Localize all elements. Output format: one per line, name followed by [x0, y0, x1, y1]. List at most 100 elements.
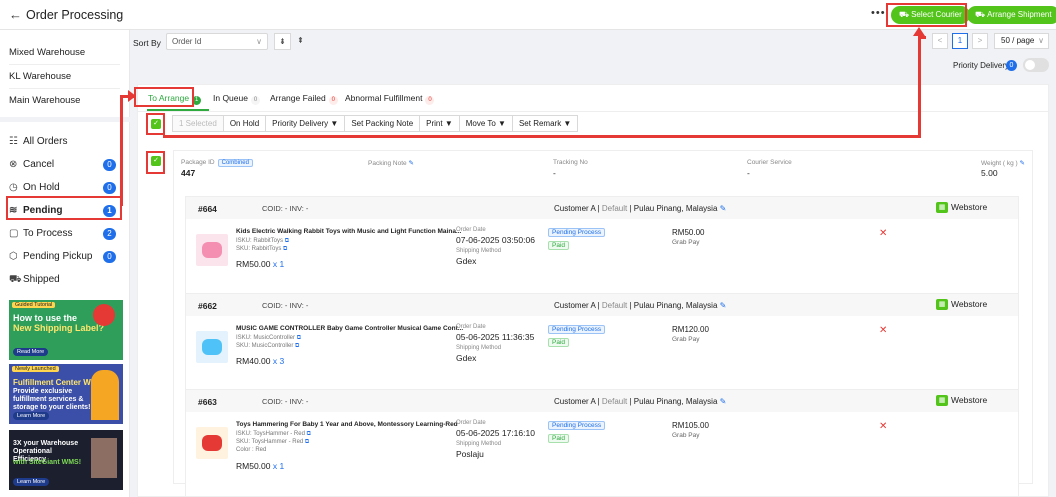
order-date-value: 07-06-2025 03:50:06	[456, 235, 535, 245]
sidebar-item-pending-pickup[interactable]: ⬡ Pending Pickup 0	[9, 246, 120, 268]
more-options-icon[interactable]: •••	[871, 7, 886, 19]
back-arrow-icon[interactable]: ←	[9, 7, 22, 22]
warehouse-item[interactable]: KL Warehouse	[9, 65, 120, 89]
copy-icon[interactable]: ⧉	[283, 246, 287, 252]
order-coid-inv: COID: - INV: -	[262, 301, 309, 310]
wms-banner[interactable]: Newly Launched Fulfillment Center WMS Pr…	[9, 364, 123, 424]
shipping-method-label: Shipping Method	[456, 248, 502, 254]
truck-icon: ⛟	[975, 10, 986, 19]
copy-icon[interactable]: ⧉	[295, 343, 299, 349]
store-icon: ▦	[936, 202, 948, 214]
copy-icon[interactable]: ⧉	[305, 439, 309, 445]
order-id[interactable]: #664	[198, 204, 217, 214]
annotation-arrow-icon	[913, 27, 925, 36]
warehouse-item[interactable]: Mixed Warehouse	[9, 41, 120, 65]
isku-text: ISKU: ToysHammer - Red	[236, 431, 305, 437]
courier-service-label: Courier Service	[747, 159, 792, 166]
sort-ascending-icon[interactable]: ⇞	[292, 33, 309, 50]
banner-text: Provide exclusive fulfillment services &…	[13, 388, 91, 411]
sort-descending-icon[interactable]: ⇟	[274, 33, 291, 50]
sidebar-item-count: 0	[103, 182, 116, 194]
learn-more-link[interactable]: Learn More	[13, 412, 50, 420]
priority-delivery-dropdown[interactable]: Priority Delivery ▼	[265, 115, 346, 132]
chevron-down-icon: ∨	[1038, 36, 1044, 45]
print-dropdown[interactable]: Print ▼	[419, 115, 460, 132]
customer-location: Pulau Pinang, Malaysia	[633, 397, 718, 406]
chevron-down-icon: ∨	[256, 37, 262, 46]
product-thumbnail[interactable]	[196, 234, 228, 266]
person-illustration-icon	[91, 370, 119, 420]
product-image-icon	[202, 339, 222, 355]
arrange-shipment-button[interactable]: ⛟ Arrange Shipment	[967, 6, 1056, 24]
efficiency-banner[interactable]: 3X your Warehouse Operational Efficiency…	[9, 430, 123, 490]
banner-text: How to use the	[13, 313, 78, 323]
order-id[interactable]: #663	[198, 397, 217, 407]
customer-name: Customer A	[554, 397, 596, 406]
weight-value: 5.00	[981, 168, 998, 178]
copy-icon[interactable]: ⧉	[307, 431, 311, 437]
tab-label: Abnormal Fulfillment	[345, 93, 423, 103]
annotation-package-checkbox	[146, 151, 165, 174]
order-amount: RM50.00	[672, 228, 705, 237]
address-default: Default	[601, 397, 628, 406]
tutorial-banner[interactable]: Guided Tutorial How to use the New Shipp…	[9, 300, 123, 360]
shipping-method-value: Gdex	[456, 256, 477, 266]
learn-more-link[interactable]: Learn More	[13, 478, 50, 486]
order-id[interactable]: #662	[198, 301, 217, 311]
product-thumbnail[interactable]	[196, 427, 228, 459]
priority-delivery-toggle[interactable]	[1023, 58, 1049, 72]
edit-pencil-icon[interactable]: ✎	[720, 397, 727, 406]
copy-icon[interactable]: ⧉	[297, 335, 301, 341]
prev-page-button[interactable]: <	[932, 33, 948, 49]
tab-label: Arrange Failed	[270, 93, 326, 103]
edit-pencil-icon[interactable]: ✎	[720, 204, 727, 213]
close-icon[interactable]: ✕	[879, 421, 887, 432]
order-card: #662 COID: - INV: - Customer A | Default |…	[185, 293, 1019, 401]
edit-pencil-icon[interactable]: ✎	[1020, 160, 1025, 167]
tab-abnormal-fulfillment[interactable]: Abnormal Fulfillment 0	[345, 93, 435, 105]
sidebar-item-label: To Process	[23, 228, 73, 239]
move-to-dropdown[interactable]: Move To ▼	[458, 115, 513, 132]
combined-badge: Combined	[217, 159, 253, 167]
close-icon[interactable]: ✕	[879, 325, 887, 336]
set-remark-dropdown[interactable]: Set Remark ▼	[511, 115, 579, 132]
weight-label: Weight ( kg )	[981, 160, 1018, 167]
packing-note-header: Packing Note ✎	[368, 159, 414, 167]
tab-in-queue[interactable]: In Queue 0	[213, 93, 260, 105]
order-header: #662 COID: - INV: - Customer A | Default |…	[186, 294, 1018, 316]
product-thumbnail[interactable]	[196, 331, 228, 363]
shipping-method-value: Gdex	[456, 353, 477, 363]
tab-arrange-failed[interactable]: Arrange Failed 0	[270, 93, 338, 105]
store-name: Webstore	[951, 395, 988, 405]
product-name[interactable]: Toys Hammering For Baby 1 Year and Above…	[236, 421, 458, 428]
sidebar-item-to-process[interactable]: ▢ To Process 2	[9, 223, 120, 245]
current-page-button[interactable]: 1	[952, 33, 968, 49]
edit-pencil-icon[interactable]: ✎	[408, 160, 413, 167]
tracking-no-label: Tracking No	[553, 159, 588, 166]
priority-delivery-count: 0	[1006, 60, 1017, 71]
edit-pencil-icon[interactable]: ✎	[720, 301, 727, 310]
next-page-button[interactable]: >	[972, 33, 988, 49]
set-packing-note-button[interactable]: Set Packing Note	[344, 115, 421, 132]
read-more-link[interactable]: Read More	[13, 348, 49, 356]
sort-by-select[interactable]: Order Id ∨	[166, 33, 268, 50]
warehouse-illustration-icon	[91, 438, 117, 478]
inbox-icon: ☷	[9, 136, 18, 147]
sidebar-item-all-orders[interactable]: ☷ All Orders	[9, 131, 120, 153]
sidebar-item-shipped[interactable]: ⛟Shipped	[9, 269, 120, 291]
store-icon: ▦	[936, 299, 948, 311]
on-hold-button[interactable]: On Hold	[222, 115, 267, 132]
product-name[interactable]: Kids Electric Walking Rabbit Toys with M…	[236, 228, 461, 235]
warehouse-item[interactable]: Main Warehouse	[9, 89, 120, 113]
sidebar-item-cancel[interactable]: ⊗ Cancel 0	[9, 154, 120, 176]
order-amount: RM120.00	[672, 325, 709, 334]
product-price: RM40.00 x 3	[236, 356, 284, 366]
order-date-label: Order Date	[456, 324, 486, 330]
product-name[interactable]: MUSIC GAME CONTROLLER Baby Game Controll…	[236, 325, 463, 332]
product-sku: SKU: RabbitToys ⧉	[236, 246, 287, 253]
close-icon[interactable]: ✕	[879, 228, 887, 239]
copy-icon[interactable]: ⧉	[285, 238, 289, 244]
per-page-select[interactable]: 50 / page ∨	[994, 33, 1049, 49]
sidebar-item-label: On Hold	[23, 182, 60, 193]
truck-icon: ⛟	[9, 274, 22, 285]
